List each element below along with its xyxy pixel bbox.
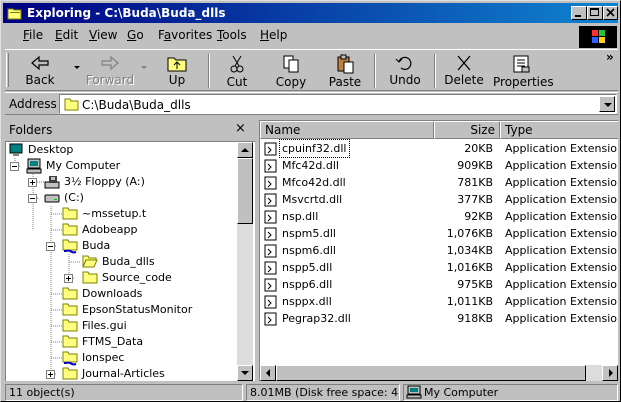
windows-logo	[579, 26, 617, 48]
paste-button[interactable]: Paste	[318, 52, 372, 90]
scroll-up-button[interactable]	[237, 142, 253, 158]
shared-folder-icon	[62, 238, 78, 259]
menu-bar: File Edit View Go Favorites Tools Help	[5, 26, 575, 46]
scroll-down-button[interactable]	[237, 365, 253, 381]
tree-expand-toggle[interactable]	[46, 370, 55, 379]
scroll-left-button[interactable]	[260, 365, 276, 381]
status-location: My Computer	[403, 384, 618, 401]
copy-icon	[283, 55, 299, 73]
list-horizontal-scrollbar[interactable]	[260, 365, 618, 381]
file-row[interactable]: nspp6.dll 975KB Application Extension	[260, 276, 618, 293]
menu-favorites[interactable]: Favorites	[158, 28, 212, 42]
scroll-thumb[interactable]	[237, 158, 253, 224]
tree-collapse-toggle[interactable]	[10, 162, 19, 171]
title-bar[interactable]: Exploring - C:\Buda\Buda_dlls	[3, 3, 618, 23]
up-button[interactable]: Up	[150, 52, 204, 90]
file-row[interactable]: nspp5.dll 1,016KB Application Extension	[260, 259, 618, 276]
address-input[interactable]: C:\Buda\Buda_dlls	[59, 94, 617, 114]
computer-icon	[406, 385, 422, 400]
forward-arrow-icon	[101, 55, 119, 71]
dll-file-icon	[264, 312, 278, 331]
undo-button[interactable]: Undo	[378, 52, 432, 90]
file-row[interactable]: Pegrap32.dll 918KB Application Extension	[260, 310, 618, 327]
delete-x-icon	[457, 55, 471, 71]
menu-tools[interactable]: Tools	[217, 28, 247, 42]
folder-icon	[62, 366, 78, 381]
toolbar-grip[interactable]	[6, 53, 9, 87]
tree-collapse-toggle[interactable]	[28, 194, 37, 203]
address-bar: Address C:\Buda\Buda_dlls	[5, 92, 618, 115]
file-row[interactable]: nsppx.dll 1,011KB Application Extension	[260, 293, 618, 310]
file-row[interactable]: nspm5.dll 1,076KB Application Extension	[260, 225, 618, 242]
properties-button[interactable]: Properties	[493, 52, 554, 90]
column-header-name[interactable]: Name	[260, 121, 434, 139]
folders-title: Folders	[9, 123, 53, 137]
properties-icon	[513, 55, 530, 73]
delete-button[interactable]: Delete	[437, 52, 491, 90]
address-label: Address	[9, 97, 57, 111]
file-row[interactable]: Msvcrtd.dll 377KB Application Extension	[260, 191, 618, 208]
minimize-button[interactable]	[571, 6, 587, 20]
copy-button[interactable]: Copy	[264, 52, 318, 90]
status-disk-space: 8.01MB (Disk free space: 4.38	[246, 384, 400, 401]
file-row[interactable]: cpuinf32.dll 20KB Application Extension	[260, 139, 618, 158]
scissors-icon	[230, 55, 244, 73]
folders-header: Folders ×	[5, 120, 255, 140]
explorer-icon	[7, 6, 23, 26]
undo-icon	[395, 56, 412, 70]
menu-go[interactable]: Go	[127, 28, 144, 42]
desktop-icon	[8, 142, 24, 163]
menu-view[interactable]: View	[89, 28, 117, 42]
file-row[interactable]: nspm6.dll 1,034KB Application Extension	[260, 242, 618, 259]
tree-expand-toggle[interactable]	[28, 178, 37, 187]
forward-button[interactable]: Forward	[83, 52, 137, 90]
back-button[interactable]: Back	[13, 52, 67, 90]
computer-icon	[26, 158, 42, 179]
folders-close-button[interactable]: ×	[235, 121, 246, 136]
folder-tree[interactable]: Desktop My Computer 3½ Floppy (A:) (C:) …	[5, 141, 255, 381]
tree-vertical-scrollbar[interactable]	[237, 142, 253, 381]
toolbar: Back Forward Up Cut Copy Paste Undo Dele…	[5, 49, 618, 91]
paste-icon	[337, 54, 354, 74]
forward-dropdown-arrow[interactable]	[141, 66, 147, 69]
close-button[interactable]	[603, 6, 618, 20]
address-value: C:\Buda\Buda_dlls	[82, 98, 191, 112]
menu-help[interactable]: Help	[260, 28, 287, 42]
toolbar-overflow-chevron[interactable]: »	[606, 50, 614, 64]
file-row[interactable]: Mfco42d.dll 781KB Application Extension	[260, 174, 618, 191]
toolbar-separator	[374, 54, 376, 88]
scroll-thumb[interactable]	[276, 365, 586, 381]
toolbar-separator	[434, 54, 436, 88]
maximize-button[interactable]	[587, 6, 603, 20]
menu-file[interactable]: File	[23, 28, 43, 42]
scroll-right-button[interactable]	[602, 365, 618, 381]
status-bar: 11 object(s) 8.01MB (Disk free space: 4.…	[3, 383, 620, 401]
column-header-size[interactable]: Size	[434, 121, 500, 139]
tree-collapse-toggle[interactable]	[46, 242, 55, 251]
cut-button[interactable]: Cut	[210, 52, 264, 90]
file-list[interactable]: Name Size Type cpuinf32.dll 20KB Applica…	[259, 120, 618, 381]
window-title: Exploring - C:\Buda\Buda_dlls	[27, 6, 226, 20]
tree-expand-toggle[interactable]	[64, 274, 73, 283]
back-arrow-icon	[31, 55, 49, 71]
open-folder-icon	[64, 97, 80, 114]
file-row[interactable]: nsp.dll 92KB Application Extension	[260, 208, 618, 225]
menu-edit[interactable]: Edit	[55, 28, 78, 42]
status-object-count: 11 object(s)	[5, 384, 243, 401]
column-header-type[interactable]: Type	[500, 121, 618, 139]
up-folder-icon	[167, 57, 187, 72]
explorer-window: Exploring - C:\Buda\Buda_dlls File Edit …	[0, 0, 621, 402]
address-dropdown-button[interactable]	[599, 96, 615, 112]
file-row[interactable]: Mfc42d.dll 909KB Application Extension	[260, 157, 618, 174]
hard-drive-icon	[44, 190, 60, 211]
back-dropdown-arrow[interactable]	[74, 66, 80, 69]
